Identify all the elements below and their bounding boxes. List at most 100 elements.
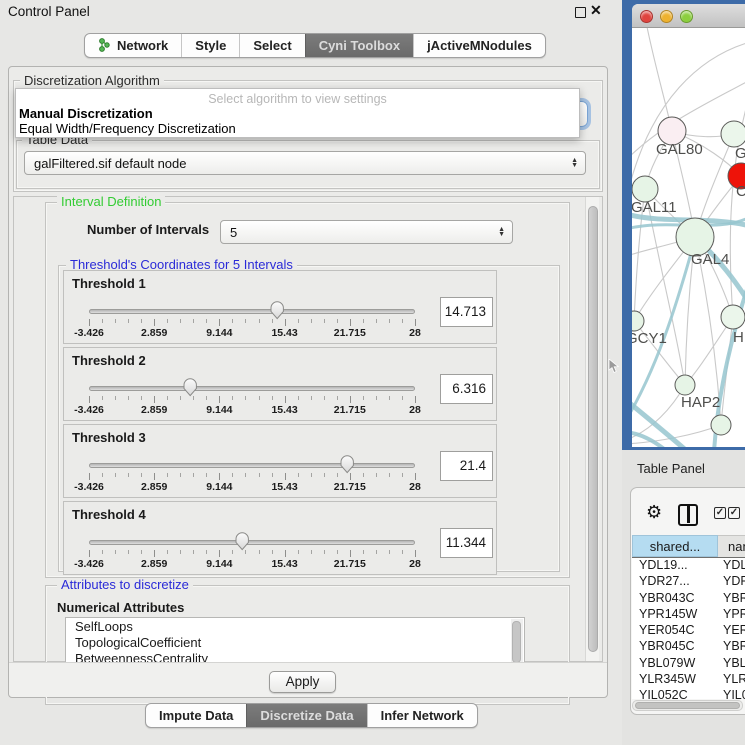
- slider-tick: [232, 396, 233, 400]
- table-cell[interactable]: YBL0: [718, 656, 745, 672]
- slider-tick: [180, 319, 181, 323]
- zoom-button[interactable]: [680, 10, 693, 23]
- table-cell[interactable]: YDR2: [718, 574, 745, 590]
- threshold-value-field[interactable]: 21.4: [440, 451, 493, 481]
- column-header-shared[interactable]: shared...: [632, 535, 718, 557]
- minimize-button[interactable]: [660, 10, 673, 23]
- slider-track[interactable]: [89, 463, 415, 468]
- table-data-combo[interactable]: galFiltered.sif default node ▲▼: [24, 151, 586, 175]
- table-data-combo-value: galFiltered.sif default node: [34, 156, 186, 171]
- combo-spinner-icon[interactable]: ▲▼: [571, 152, 578, 174]
- combo-spinner-icon[interactable]: ▲▼: [498, 221, 505, 243]
- network-node[interactable]: [721, 121, 745, 147]
- table-cell[interactable]: YLR345W: [632, 672, 718, 688]
- columns-icon[interactable]: [678, 504, 698, 526]
- table-cell[interactable]: YBR043C: [632, 591, 718, 607]
- control-panel: Control Panel ✕ Network Style Select Cyn…: [0, 0, 622, 745]
- slider-tick: [311, 319, 312, 323]
- tab-jactivemnodules[interactable]: jActiveMNodules: [413, 34, 545, 57]
- horizontal-scrollbar[interactable]: [632, 700, 743, 711]
- tab-infer-network[interactable]: Infer Network: [367, 704, 477, 727]
- network-icon: [98, 38, 111, 53]
- threshold-value-field[interactable]: 11.344: [440, 528, 493, 558]
- tab-impute-data[interactable]: Impute Data: [146, 704, 246, 727]
- network-canvas[interactable]: GAL80GCGAL11GAL4GCY1HHAP2: [632, 28, 745, 447]
- checkbox-icon[interactable]: ✓: [714, 507, 726, 519]
- table-cell[interactable]: YLR3: [718, 672, 745, 688]
- table-row[interactable]: YBR043CYBR0: [632, 591, 745, 607]
- table-row[interactable]: YPR145WYPR1: [632, 607, 745, 623]
- dropdown-option-manual[interactable]: Manual Discretization: [16, 105, 579, 120]
- table-cell[interactable]: YBR045C: [632, 639, 718, 655]
- tab-discretize-data[interactable]: Discretize Data: [246, 704, 366, 727]
- list-scrollbar-thumb[interactable]: [512, 621, 521, 663]
- table-row[interactable]: YBR045CYBR0: [632, 639, 745, 655]
- table-cell[interactable]: YER054C: [632, 623, 718, 639]
- table-row[interactable]: YER054CYER0: [632, 623, 745, 639]
- slider-thumb[interactable]: [182, 377, 198, 398]
- table-cell[interactable]: YDR27...: [632, 574, 718, 590]
- close-button[interactable]: [640, 10, 653, 23]
- slider-tick: [128, 473, 129, 477]
- network-window-titlebar[interactable]: [632, 4, 745, 28]
- close-icon[interactable]: ✕: [590, 2, 602, 19]
- slider-thumb[interactable]: [339, 454, 355, 475]
- threshold-label: Threshold 3: [72, 430, 146, 445]
- slider-scale-label: 15.43: [260, 481, 310, 493]
- vertical-scrollbar-thumb[interactable]: [588, 206, 598, 652]
- slider-track[interactable]: [89, 386, 415, 391]
- slider-track[interactable]: [89, 540, 415, 545]
- table-cell[interactable]: YBL079W: [632, 656, 718, 672]
- table-cell[interactable]: YDL1: [718, 558, 745, 574]
- table-row[interactable]: YBL079WYBL0: [632, 656, 745, 672]
- slider-thumb[interactable]: [269, 300, 285, 321]
- table-row[interactable]: YLR345WYLR3: [632, 672, 745, 688]
- table-cell[interactable]: YPR1: [718, 607, 745, 623]
- slider-tick: [219, 550, 220, 557]
- horizontal-scrollbar-thumb[interactable]: [635, 702, 740, 709]
- tab-style[interactable]: Style: [181, 34, 239, 57]
- slider-scale-label: 2.859: [129, 404, 179, 416]
- table-cell[interactable]: YBR0: [718, 639, 745, 655]
- table-row[interactable]: YDR27...YDR2: [632, 574, 745, 590]
- network-node[interactable]: [675, 375, 695, 395]
- apply-button[interactable]: Apply: [269, 671, 336, 693]
- slider-tick: [259, 473, 260, 477]
- threshold-panel: Threshold 3-3.4262.8599.14415.4321.71528…: [63, 424, 497, 498]
- tab-network[interactable]: Network: [85, 34, 181, 57]
- threshold-value-field[interactable]: 14.713: [440, 297, 493, 327]
- number-of-intervals-combo[interactable]: 5 ▲▼: [220, 220, 513, 244]
- threshold-value-field[interactable]: 6.316: [440, 374, 493, 404]
- network-node[interactable]: [632, 311, 644, 331]
- tab-select[interactable]: Select: [239, 34, 304, 57]
- list-item[interactable]: TopologicalCoefficient: [66, 634, 524, 650]
- gear-icon[interactable]: ⚙: [646, 502, 662, 523]
- slider-tick: [115, 473, 116, 477]
- slider-track[interactable]: [89, 309, 415, 314]
- table-cell[interactable]: YIL0: [718, 688, 745, 699]
- table-row[interactable]: YIL052CYIL0: [632, 688, 745, 699]
- slider-tick: [206, 550, 207, 554]
- vertical-scrollbar[interactable]: [585, 197, 599, 661]
- network-node[interactable]: [721, 305, 745, 329]
- dropdown-option-equal-width[interactable]: Equal Width/Frequency Discretization: [16, 120, 579, 135]
- slider-thumb[interactable]: [234, 531, 250, 552]
- network-node[interactable]: [711, 415, 731, 435]
- node-label: GAL80: [656, 141, 703, 158]
- column-header-name[interactable]: name: [718, 535, 745, 557]
- table-row[interactable]: YDL19...YDL1: [632, 558, 745, 574]
- table-cell[interactable]: YDL19...: [632, 558, 718, 574]
- float-window-icon[interactable]: [575, 7, 586, 18]
- table-cell[interactable]: YER0: [718, 623, 745, 639]
- slider-tick: [324, 473, 325, 477]
- slider-tick: [376, 319, 377, 323]
- slider-tick: [415, 396, 416, 403]
- table-cell[interactable]: YIL052C: [632, 688, 718, 699]
- table-cell[interactable]: YBR0: [718, 591, 745, 607]
- table-cell[interactable]: YPR145W: [632, 607, 718, 623]
- tab-cyni-toolbox[interactable]: Cyni Toolbox: [305, 34, 413, 57]
- slider-scale-label: -3.426: [64, 558, 114, 570]
- list-item[interactable]: SelfLoops: [66, 618, 524, 634]
- checkbox-icon[interactable]: ✓: [728, 507, 740, 519]
- tab-label: Impute Data: [159, 708, 233, 723]
